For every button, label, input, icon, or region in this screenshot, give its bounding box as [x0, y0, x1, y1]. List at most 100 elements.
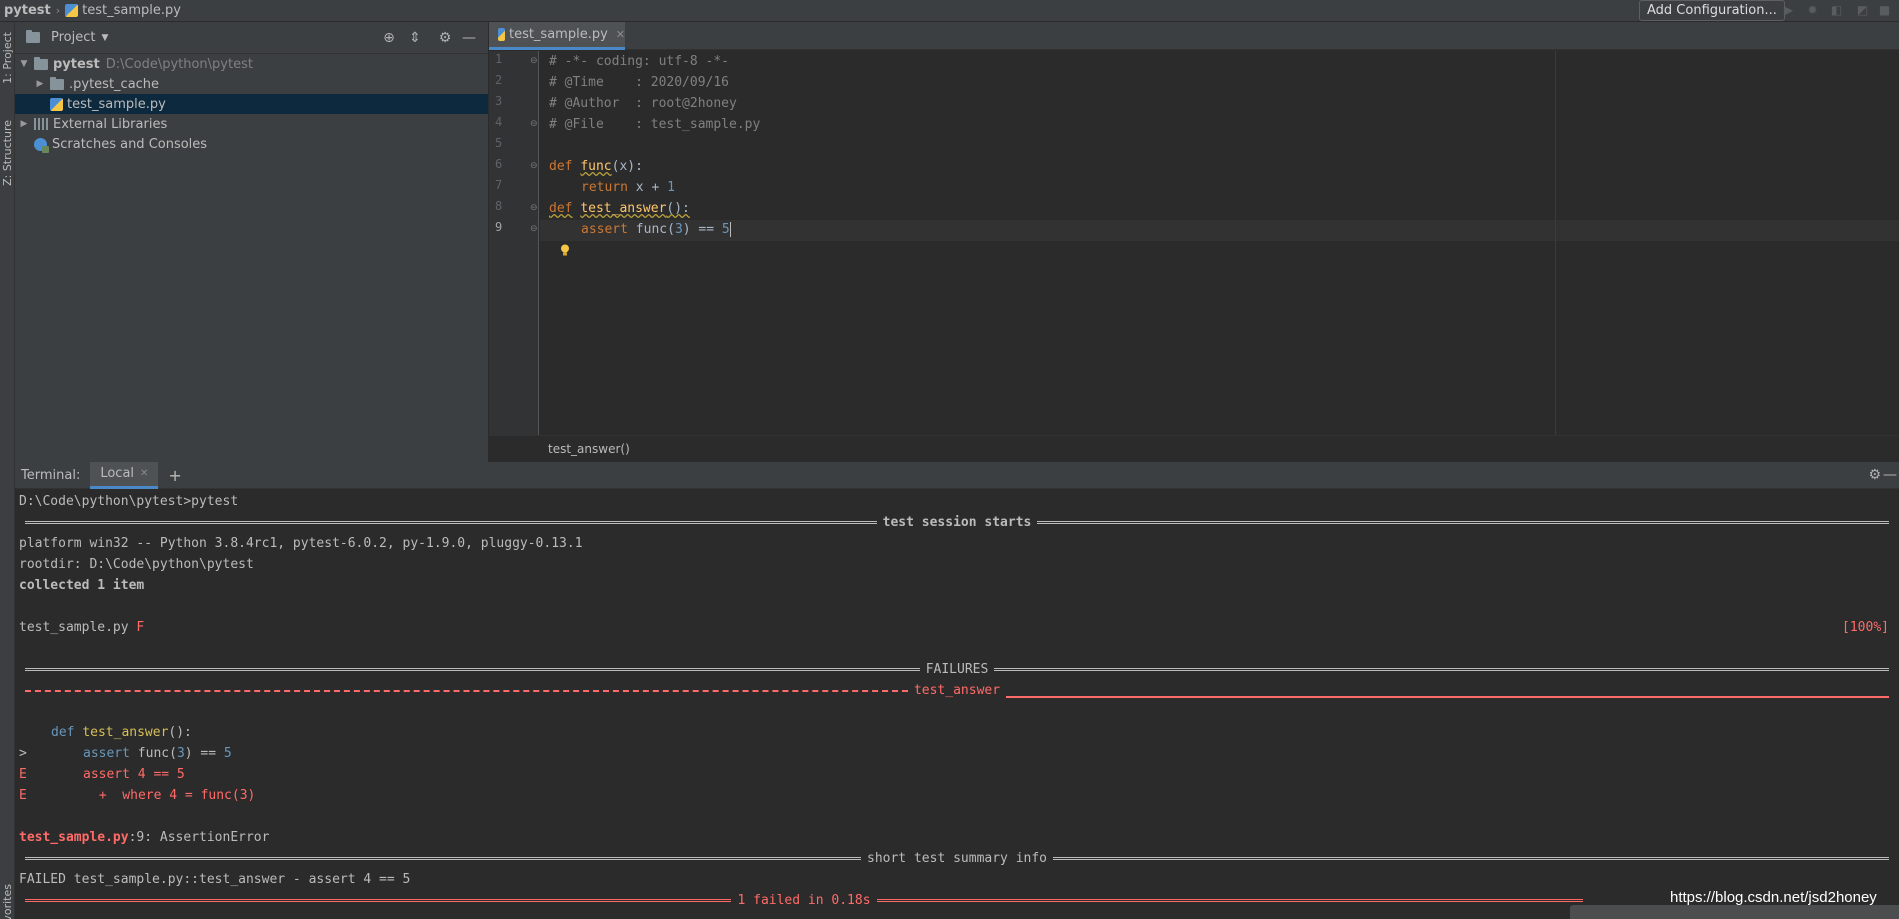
current-line-highlight: [540, 220, 1899, 241]
function-name: test_answer: [82, 725, 169, 740]
code-line-2: # @Time : 2020/09/16: [549, 75, 730, 90]
add-configuration-button[interactable]: Add Configuration...: [1639, 0, 1785, 21]
minimize-icon[interactable]: —: [461, 30, 477, 46]
collapse-all-icon[interactable]: ⇕: [407, 30, 423, 46]
editor-tab-label: test_sample.py: [508, 27, 608, 42]
terminal-result-line: test_sample.py F: [19, 617, 144, 638]
lightbulb-icon[interactable]: [560, 244, 570, 257]
error-prefix: E: [19, 788, 27, 803]
code-text: ():: [666, 201, 690, 216]
minimize-icon[interactable]: —: [1883, 467, 1897, 483]
locate-icon[interactable]: ⊕: [381, 30, 397, 46]
code-line-3: # @Author : root@2honey: [549, 96, 737, 111]
code-line-6: def func(x):: [549, 156, 643, 177]
terminal-panel: Terminal: Local ✕ + ⚙ — D:\Code\python\p…: [15, 461, 1899, 919]
expand-right-icon[interactable]: ▶: [18, 119, 30, 129]
tree-item-label: test_sample.py: [67, 96, 166, 112]
python-file-icon: [498, 28, 505, 41]
fold-icon[interactable]: ⊖: [530, 224, 538, 234]
editor-breadcrumb[interactable]: test_answer(): [489, 435, 1899, 462]
line-number: 5: [495, 136, 503, 150]
line-number-current: 9: [495, 220, 503, 234]
code-text: ) ==: [184, 746, 224, 761]
library-icon: [34, 118, 48, 130]
error-rest: :9: AssertionError: [128, 830, 270, 845]
chevron-down-icon[interactable]: ▼: [101, 33, 108, 43]
terminal-tab-local[interactable]: Local ✕: [90, 461, 159, 489]
python-file-icon: [50, 97, 63, 111]
keyword: return: [581, 180, 628, 195]
debug-icon[interactable]: ✹: [1806, 4, 1819, 17]
traceback-arrow: >: [19, 746, 27, 761]
tree-item-external-libraries[interactable]: ▶ External Libraries: [15, 114, 488, 134]
tree-item-test-sample[interactable]: test_sample.py: [15, 94, 488, 114]
folder-icon: [50, 76, 64, 90]
tree-item-scratches[interactable]: Scratches and Consoles: [15, 134, 488, 154]
add-terminal-icon[interactable]: +: [168, 466, 181, 485]
close-icon[interactable]: ✕: [616, 28, 625, 41]
close-icon[interactable]: ✕: [140, 468, 148, 479]
result-file: test_sample.py: [19, 620, 137, 635]
number-literal: 5: [223, 746, 232, 761]
expand-right-icon[interactable]: ▶: [34, 79, 46, 89]
watermark: https://blog.csdn.net/jsd2honey: [1670, 889, 1877, 906]
line-number: 3: [495, 94, 503, 108]
line-number: 2: [495, 73, 503, 87]
stop-icon[interactable]: ■: [1878, 4, 1891, 17]
code-text: x +: [627, 180, 668, 195]
tool-tab-favorites[interactable]: avorites: [1, 884, 14, 919]
editor-tab-test-sample[interactable]: test_sample.py ✕: [489, 22, 625, 50]
tree-item-label: Scratches and Consoles: [52, 136, 208, 152]
gear-icon[interactable]: ⚙: [437, 30, 453, 46]
error-line-2: + where 4 = func(3): [91, 788, 256, 803]
fold-icon[interactable]: ⊖: [530, 161, 538, 171]
run-icon[interactable]: ▶: [1782, 4, 1795, 17]
code-line-9: assert func(3) == 5: [581, 219, 731, 240]
project-tree: ▼ pytest D:\Code\python\pytest ▶ .pytest…: [15, 54, 488, 154]
tree-item-label: .pytest_cache: [69, 76, 160, 92]
breadcrumb-file[interactable]: test_sample.py: [82, 3, 181, 18]
breadcrumb: pytest › test_sample.py: [0, 3, 181, 18]
gear-icon[interactable]: ⚙: [1868, 467, 1881, 483]
fold-icon[interactable]: ⊖: [530, 203, 538, 213]
line-number: 8: [495, 199, 503, 213]
code-line-4: # @File : test_sample.py: [549, 117, 761, 132]
failures-rule: FAILURES: [19, 659, 1895, 680]
session-start-label: test session starts: [882, 515, 1032, 530]
tree-root-path: D:\Code\python\pytest: [105, 56, 253, 72]
scratches-icon: [34, 137, 49, 153]
line-number-gutter: 1 2 3 4 5 6 7 8 9 ⊖ ⊖ ⊖ ⊖ ⊖: [489, 51, 539, 435]
python-file-icon: [65, 4, 79, 17]
error-prefix: E: [19, 767, 27, 782]
project-panel-title[interactable]: Project: [51, 30, 95, 45]
breadcrumb-project[interactable]: pytest: [4, 3, 51, 18]
editor: test_sample.py ✕ 1 2 3 4 5 6 7 8 9 ⊖ ⊖ ⊖…: [489, 22, 1899, 462]
session-start-rule: test session starts: [19, 512, 1895, 533]
error-location: test_sample.py:9: AssertionError: [19, 827, 269, 848]
keyword: assert: [83, 746, 130, 761]
folder-icon: [34, 56, 48, 70]
coverage-icon[interactable]: ◧: [1830, 4, 1843, 17]
tree-root-label: pytest: [53, 56, 100, 72]
error-file: test_sample.py: [19, 830, 129, 845]
tree-item-pytest-cache[interactable]: ▶ .pytest_cache: [15, 74, 488, 94]
tool-tab-project[interactable]: 1: Project: [1, 32, 14, 84]
tool-tab-structure[interactable]: Z: Structure: [1, 120, 14, 186]
terminal-collected: collected 1 item: [19, 578, 145, 593]
keyword: def: [549, 201, 573, 216]
code-area[interactable]: # -*- coding: utf-8 -*- # @Time : 2020/0…: [540, 51, 1899, 435]
terminal-prompt: D:\Code\python\pytest>pytest: [19, 494, 239, 509]
failures-label: FAILURES: [925, 662, 989, 677]
test-name-label: test_answer: [913, 683, 1001, 698]
fold-icon[interactable]: ⊖: [530, 56, 538, 66]
editor-tab-bar: test_sample.py ✕: [489, 22, 1899, 50]
traceback-assert: assert func(3) == 5: [83, 743, 232, 764]
line-number: 6: [495, 157, 503, 171]
terminal-tab-label: Local: [100, 466, 135, 481]
terminal-header: Terminal: Local ✕ + ⚙ —: [15, 461, 1899, 489]
profile-icon[interactable]: ◩: [1856, 4, 1869, 17]
tree-item-root[interactable]: ▼ pytest D:\Code\python\pytest: [15, 54, 488, 74]
expand-down-icon[interactable]: ▼: [18, 59, 30, 69]
notification-toast[interactable]: [1570, 905, 1899, 919]
fold-icon[interactable]: ⊖: [530, 119, 538, 129]
